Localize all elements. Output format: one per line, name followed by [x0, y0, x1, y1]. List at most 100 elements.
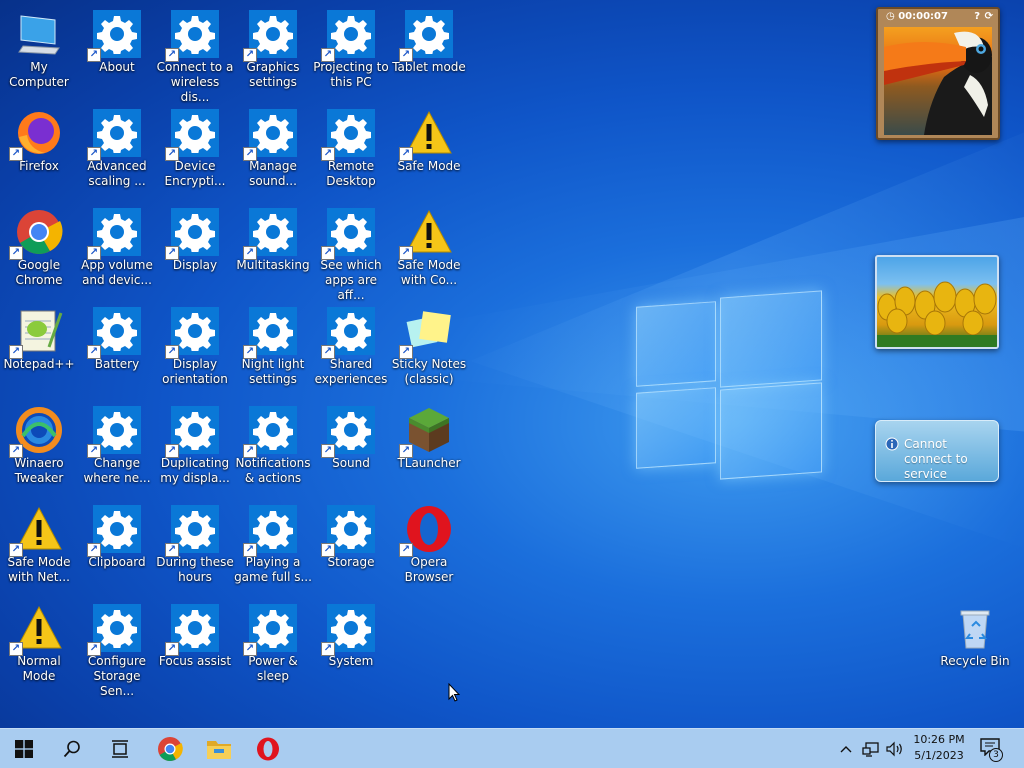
settings-icon: ↗: [165, 109, 219, 161]
desktop-icon-night-light-settings[interactable]: ↗ Night light settings: [234, 301, 312, 397]
desktop-icon-opera-browser[interactable]: ↗ Opera Browser: [390, 499, 468, 595]
shortcut-arrow-icon: ↗: [87, 147, 101, 161]
desktop-icon-label: Opera Browser: [404, 555, 454, 584]
settings-icon: ↗: [321, 505, 375, 557]
settings-icon: ↗: [87, 208, 141, 260]
clock-time: 10:26 PM: [913, 733, 965, 746]
desktop-icon-notifications-actions[interactable]: ↗ Notifications & actions: [234, 400, 312, 496]
shortcut-arrow-icon: ↗: [243, 345, 257, 359]
search-button[interactable]: [48, 729, 96, 768]
show-hidden-icons-chevron-icon[interactable]: [838, 740, 854, 758]
settings-icon: ↗: [243, 307, 297, 359]
shortcut-arrow-icon: ↗: [243, 48, 257, 62]
desktop-icon-manage-sound[interactable]: ↗ Manage sound...: [234, 103, 312, 199]
shortcut-arrow-icon: ↗: [87, 345, 101, 359]
desktop-icon-storage[interactable]: ↗ Storage: [312, 499, 390, 595]
settings-icon: ↗: [243, 406, 297, 458]
desktop-icon-see-which-apps-are-aff[interactable]: ↗ See which apps are aff...: [312, 202, 390, 302]
shuffle-icon[interactable]: ⟳: [985, 11, 993, 22]
mouse-cursor-icon: [448, 683, 460, 702]
recycle-bin[interactable]: Recycle Bin: [936, 598, 1014, 694]
picture-puzzle-gadget[interactable]: ◷ 00:00:07 ? ⟳: [876, 7, 1000, 140]
desktop-icon-sound[interactable]: ↗ Sound: [312, 400, 390, 496]
sticky-icon: ↗: [399, 307, 453, 359]
desktop-icon-label: About: [99, 60, 135, 74]
desktop-icon-label: Advanced scaling ...: [87, 159, 147, 188]
volume-icon[interactable]: [885, 740, 905, 758]
desktop-icon-google-chrome[interactable]: ↗ Google Chrome: [0, 202, 78, 298]
shortcut-arrow-icon: ↗: [87, 543, 101, 557]
desktop-icon-clipboard[interactable]: ↗ Clipboard: [78, 499, 156, 595]
shortcut-arrow-icon: ↗: [321, 543, 335, 557]
desktop-icon-normal-mode[interactable]: ↗ Normal Mode: [0, 598, 78, 694]
desktop-icon-firefox[interactable]: ↗ Firefox: [0, 103, 78, 199]
desktop-icon-focus-assist[interactable]: ↗ Focus assist: [156, 598, 234, 694]
desktop-icon-app-volume-and-devic[interactable]: ↗ App volume and devic...: [78, 202, 156, 298]
desktop-icon-about[interactable]: ↗ About: [78, 4, 156, 100]
shortcut-arrow-icon: ↗: [399, 543, 413, 557]
desktop-icon-graphics-settings[interactable]: ↗ Graphics settings: [234, 4, 312, 100]
desktop-icon-safe-mode-with-co[interactable]: ↗ Safe Mode with Co...: [390, 202, 468, 298]
desktop-icon-connect-to-a-wireless-dis[interactable]: ↗ Connect to a wireless dis...: [156, 4, 234, 104]
shortcut-arrow-icon: ↗: [399, 147, 413, 161]
warning-icon: ↗: [9, 604, 63, 656]
desktop-icon-remote-desktop[interactable]: ↗ Remote Desktop: [312, 103, 390, 199]
shortcut-arrow-icon: ↗: [9, 444, 23, 458]
desktop-icon-label: Night light settings: [241, 357, 305, 386]
desktop-icon-notepad[interactable]: ↗ Notepad++: [0, 301, 78, 397]
chrome-taskbar-button[interactable]: [146, 729, 194, 768]
desktop-icon-sticky-notes-classic[interactable]: ↗ Sticky Notes (classic): [390, 301, 468, 397]
desktop-icon-label: Shared experiences: [314, 357, 388, 386]
desktop-icon-label: Playing a game full s...: [234, 555, 312, 584]
settings-icon: ↗: [321, 109, 375, 161]
desktop-icon-display[interactable]: ↗ Display: [156, 202, 234, 298]
desktop-icon-system[interactable]: ↗ System: [312, 598, 390, 694]
file-explorer-taskbar-button[interactable]: [195, 729, 243, 768]
help-icon[interactable]: ?: [974, 11, 980, 22]
weather-gadget[interactable]: Cannot connect to service: [875, 420, 999, 482]
clock[interactable]: 10:26 PM 5/1/2023: [908, 733, 970, 762]
file-explorer-icon: [207, 741, 231, 759]
slideshow-gadget[interactable]: [875, 255, 999, 349]
desktop-icon-device-encrypti[interactable]: ↗ Device Encrypti...: [156, 103, 234, 199]
network-icon[interactable]: [862, 740, 880, 758]
action-center-button[interactable]: 3: [980, 738, 1008, 762]
desktop-icon-shared-experiences[interactable]: ↗ Shared experiences: [312, 301, 390, 397]
desktop-icon-battery[interactable]: ↗ Battery: [78, 301, 156, 397]
desktop-icon-label: Safe Mode with Net...: [7, 555, 71, 584]
desktop-icon-multitasking[interactable]: ↗ Multitasking: [234, 202, 312, 298]
opera-taskbar-button[interactable]: [244, 729, 292, 768]
settings-icon: ↗: [165, 505, 219, 557]
shortcut-arrow-icon: ↗: [165, 345, 179, 359]
task-view-button[interactable]: [96, 729, 144, 768]
desktop-icon-label: Notifications & actions: [235, 456, 311, 485]
chrome-icon: ↗: [9, 208, 63, 260]
desktop-icon-label: Notepad++: [3, 357, 75, 371]
desktop-icon-tablet-mode[interactable]: ↗ Tablet mode: [390, 4, 468, 100]
desktop-icon-winaero-tweaker[interactable]: ↗ Winaero Tweaker: [0, 400, 78, 496]
shortcut-arrow-icon: ↗: [399, 444, 413, 458]
shortcut-arrow-icon: ↗: [321, 444, 335, 458]
desktop-icon-safe-mode-with-net[interactable]: ↗ Safe Mode with Net...: [0, 499, 78, 595]
desktop-icon-during-these-hours[interactable]: ↗ During these hours: [156, 499, 234, 595]
desktop-icon-tlauncher[interactable]: ↗ TLauncher: [390, 400, 468, 496]
desktop-icon-configure-storage-sen[interactable]: ↗ Configure Storage Sen...: [78, 598, 156, 698]
shortcut-arrow-icon: ↗: [243, 543, 257, 557]
desktop-icon-label: Focus assist: [158, 654, 232, 668]
desktop-icon-duplicating-my-displa[interactable]: ↗ Duplicating my displa...: [156, 400, 234, 496]
desktop-icon-display-orientation[interactable]: ↗ Display orientation: [156, 301, 234, 397]
desktop-icon-label: Remote Desktop: [326, 159, 376, 188]
shortcut-arrow-icon: ↗: [9, 543, 23, 557]
settings-icon: ↗: [87, 10, 141, 62]
desktop-icon-advanced-scaling[interactable]: ↗ Advanced scaling ...: [78, 103, 156, 199]
shortcut-arrow-icon: ↗: [165, 543, 179, 557]
desktop-icon-power-sleep[interactable]: ↗ Power & sleep: [234, 598, 312, 694]
desktop-icon-change-where-ne[interactable]: ↗ Change where ne...: [78, 400, 156, 496]
opera-icon: ↗: [399, 505, 453, 557]
desktop-icon-my-computer[interactable]: My Computer: [0, 4, 78, 100]
desktop-icon-safe-mode[interactable]: ↗ Safe Mode: [390, 103, 468, 199]
desktop-icon-playing-a-game-full-s[interactable]: ↗ Playing a game full s...: [234, 499, 312, 595]
desktop-icon-projecting-to-this-pc[interactable]: ↗ Projecting to this PC: [312, 4, 390, 100]
shortcut-arrow-icon: ↗: [243, 147, 257, 161]
start-button[interactable]: [0, 729, 48, 768]
